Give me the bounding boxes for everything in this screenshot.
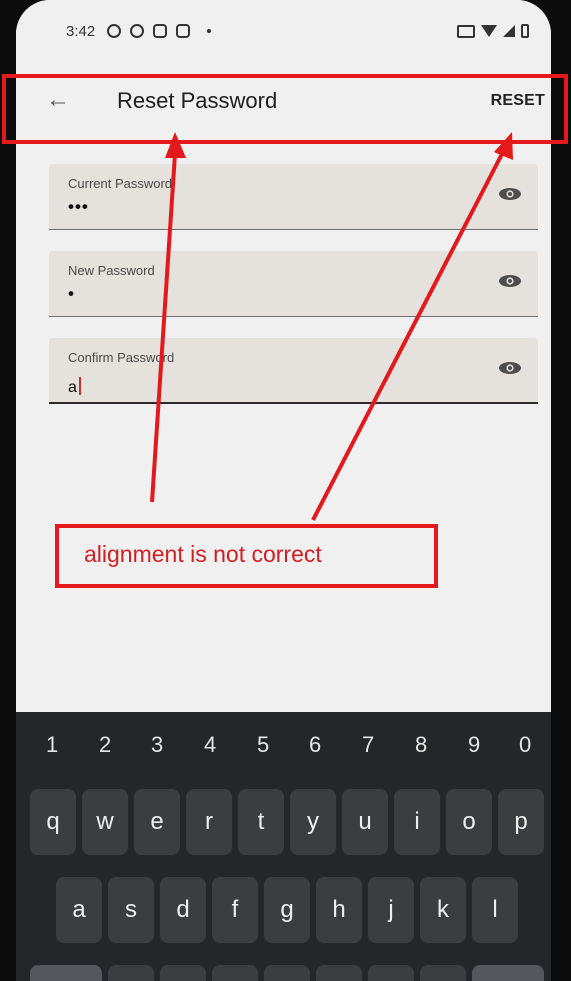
- arrow-to-reset: [311, 151, 505, 521]
- arrow-head-reset-icon: [494, 132, 513, 160]
- arrow-to-title: [150, 153, 177, 503]
- annotation-text: alignment is not correct: [84, 541, 322, 567]
- arrow-head-title-icon: [165, 132, 186, 158]
- annotation-arrows: [150, 132, 513, 521]
- annotation-callout: alignment is not correct: [55, 524, 438, 588]
